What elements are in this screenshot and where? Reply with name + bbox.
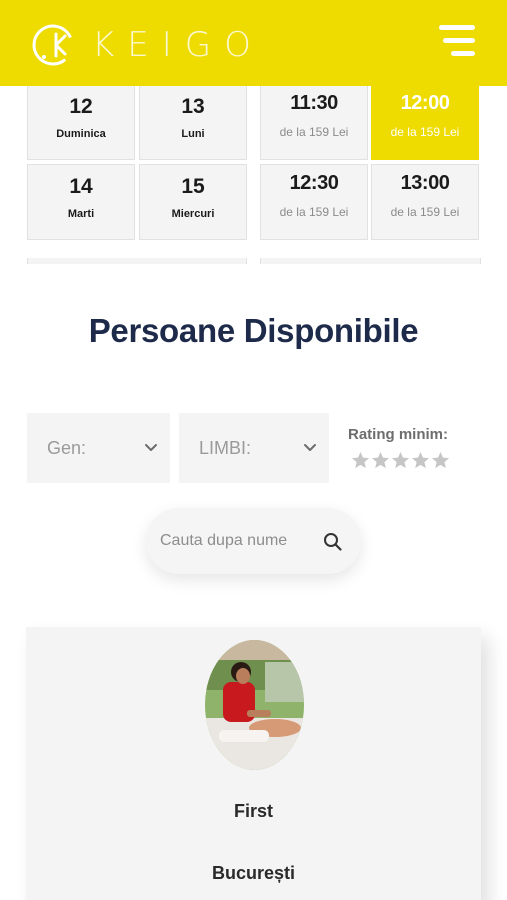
day-name: Duminica: [56, 128, 106, 140]
slot-time: 12:30: [289, 172, 339, 194]
search-input[interactable]: [160, 526, 310, 556]
slot-price: de la 159 Lei: [390, 205, 460, 219]
logo-mark-icon: [32, 24, 74, 66]
star-icon[interactable]: [371, 451, 390, 470]
site-header: KEIGO: [0, 0, 507, 86]
slot-price: de la 159 Lei: [279, 125, 349, 139]
day-cell-15[interactable]: 15 Miercuri: [139, 164, 247, 240]
chevron-down-icon: [304, 444, 316, 451]
slot-time: 11:30: [290, 92, 338, 114]
day-cell-13[interactable]: 13 Luni: [139, 84, 247, 160]
slot-1130[interactable]: 11:30 de la 159 Lei: [260, 84, 368, 160]
chevron-down-icon: [145, 444, 157, 451]
days-next-row-edge: [27, 258, 247, 264]
slot-price: de la 159 Lei: [279, 205, 349, 219]
day-number: 14: [69, 175, 93, 198]
day-cell-14[interactable]: 14 Marti: [27, 164, 135, 240]
languages-select[interactable]: LIMBI:: [179, 413, 329, 483]
slot-1300[interactable]: 13:00 de la 159 Lei: [371, 164, 479, 240]
slot-1230[interactable]: 12:30 de la 159 Lei: [260, 164, 368, 240]
star-icon[interactable]: [351, 451, 370, 470]
slot-price: de la 159 Lei: [390, 125, 460, 139]
day-cell-12[interactable]: 12 Duminica: [27, 84, 135, 160]
slots-next-row-edge: [260, 258, 481, 264]
gender-select[interactable]: Gen:: [27, 413, 170, 483]
day-number: 15: [181, 175, 205, 198]
day-name: Luni: [181, 128, 205, 140]
languages-select-label: LIMBI:: [199, 438, 252, 458]
menu-button[interactable]: [435, 22, 475, 62]
search-icon[interactable]: [322, 531, 344, 553]
day-number: 13: [181, 95, 205, 118]
day-name: Miercuri: [171, 208, 215, 220]
gender-select-label: Gen:: [47, 438, 87, 458]
star-icon[interactable]: [411, 451, 430, 470]
day-name: Marti: [67, 208, 95, 220]
hamburger-icon: [439, 25, 475, 30]
slot-time: 12:00: [400, 92, 450, 114]
star-icon[interactable]: [391, 451, 410, 470]
person-photo[interactable]: [205, 640, 304, 770]
person-city: București: [211, 863, 296, 883]
day-number: 12: [69, 95, 93, 118]
rating-stars: [351, 451, 451, 470]
slot-time: 13:00: [400, 172, 450, 194]
person-card[interactable]: First București: [26, 627, 481, 900]
section-title: Persoane Disponibile: [88, 312, 419, 349]
brand-name: KEIGO: [92, 25, 264, 65]
rating-label: Rating minim:: [348, 426, 448, 443]
person-name: First: [233, 801, 273, 821]
brand-logo[interactable]: KEIGO: [30, 14, 264, 76]
slot-1200-selected[interactable]: 12:00 de la 159 Lei: [371, 84, 479, 160]
star-icon[interactable]: [431, 451, 450, 470]
